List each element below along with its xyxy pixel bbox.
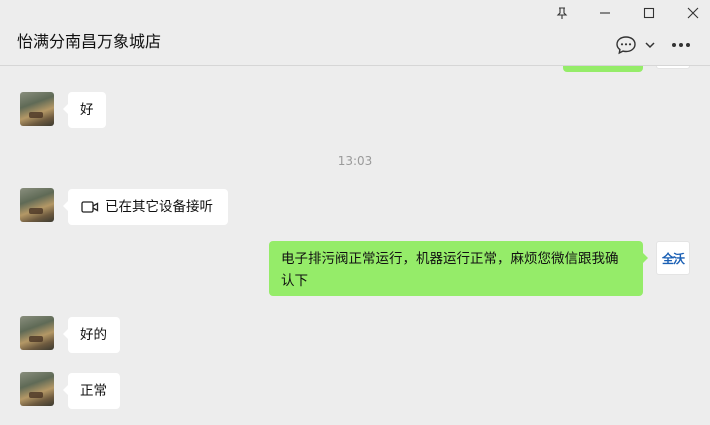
minimize-button[interactable] xyxy=(594,3,616,23)
contact-avatar[interactable] xyxy=(20,316,54,350)
close-button[interactable] xyxy=(682,3,704,23)
self-avatar[interactable]: 全沃 xyxy=(656,241,690,275)
chevron-down-icon xyxy=(645,42,655,49)
maximize-button[interactable] xyxy=(638,3,660,23)
more-icon xyxy=(672,43,690,47)
contact-avatar[interactable] xyxy=(20,188,54,222)
video-call-icon xyxy=(81,201,99,213)
call-message-bubble[interactable]: 已在其它设备接听 xyxy=(63,189,228,225)
pin-icon xyxy=(556,6,568,19)
message-bubble[interactable]: 电子排污阀正常运行，机器运行正常，麻烦您微信跟我确认下 xyxy=(269,241,648,296)
chat-options-button[interactable] xyxy=(614,34,658,56)
call-status-text: 已在其它设备接听 xyxy=(105,199,213,215)
minimize-icon xyxy=(600,12,610,14)
more-button[interactable] xyxy=(670,34,692,56)
message-bubble-partial[interactable] xyxy=(563,66,643,72)
maximize-icon xyxy=(643,7,655,19)
contact-avatar[interactable] xyxy=(20,372,54,406)
title-bar: 怡满分南昌万象城店 xyxy=(0,0,710,66)
close-icon xyxy=(687,7,699,19)
chat-title: 怡满分南昌万象城店 xyxy=(17,32,162,51)
pin-button[interactable] xyxy=(551,3,573,23)
message-bubble[interactable]: 正常 xyxy=(63,373,120,409)
chat-bubble-icon xyxy=(616,36,636,55)
message-bubble[interactable]: 好 xyxy=(63,92,106,128)
message-list: 好 13:03 已在其它设备接听 电子排污阀正常运行，机器运行正常，麻烦您微信跟… xyxy=(0,66,710,425)
message-bubble[interactable]: 好的 xyxy=(63,317,120,353)
self-avatar-text: 全沃 xyxy=(661,251,685,266)
message-timestamp: 13:03 xyxy=(337,154,373,168)
self-avatar-partial[interactable] xyxy=(656,66,690,69)
contact-avatar[interactable] xyxy=(20,92,54,126)
